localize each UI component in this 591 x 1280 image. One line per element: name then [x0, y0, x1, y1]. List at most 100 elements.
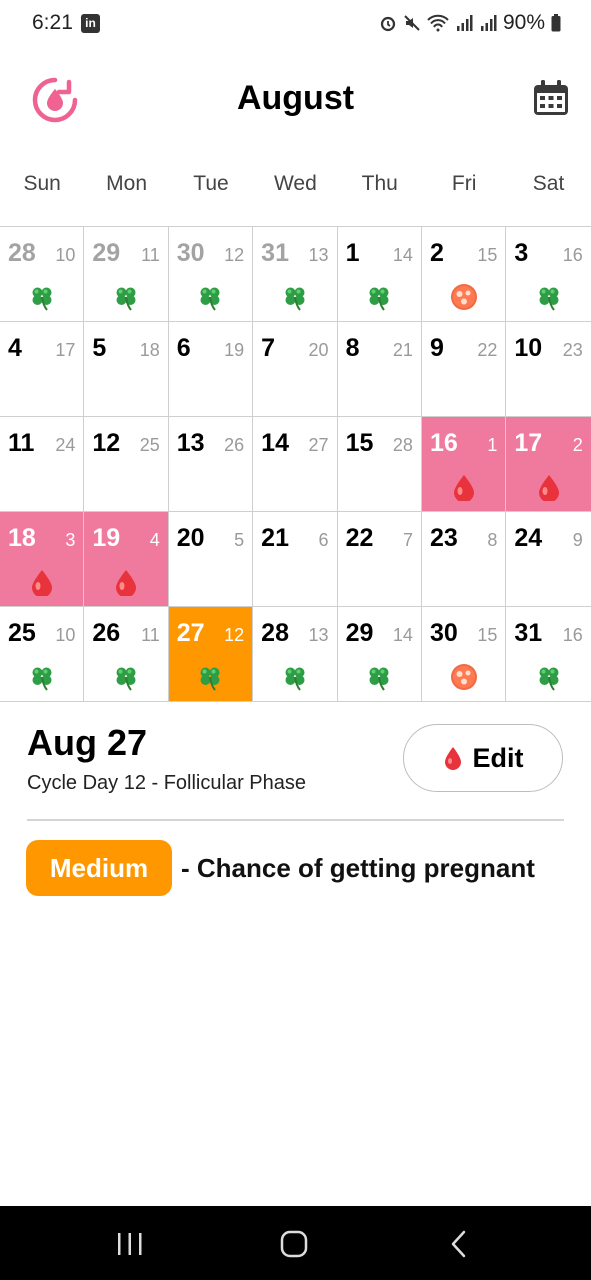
ovulation-egg-icon	[450, 663, 478, 691]
weekday-fri: Fri	[451, 172, 477, 195]
day-number: 14	[261, 429, 289, 457]
day-number: 4	[8, 334, 22, 362]
calendar-icon[interactable]	[532, 79, 570, 117]
cycle-day-number: 14	[392, 245, 413, 265]
calendar-day-cell[interactable]: 31 13	[253, 227, 338, 321]
day-number: 15	[345, 429, 374, 457]
cycle-day-number: 28	[392, 435, 413, 455]
day-number: 7	[261, 334, 276, 362]
calendar-day-cell[interactable]: 13 26	[169, 417, 254, 511]
calendar-day-cell[interactable]: 9 22	[422, 322, 507, 416]
day-number: 16	[429, 429, 458, 457]
day-number: 10	[514, 334, 543, 362]
calendar-day-cell[interactable]: 26 11	[84, 607, 169, 701]
calendar-day-cell[interactable]: 22 7	[338, 512, 422, 606]
calendar-day-cell[interactable]: 29 14	[338, 607, 422, 701]
linkedin-icon: in	[81, 14, 100, 33]
calendar-day-cell[interactable]: 24 9	[506, 512, 590, 606]
calendar-day-cell[interactable]: 4 17	[0, 322, 85, 416]
day-number: 11	[8, 429, 35, 457]
blood-drop-icon	[535, 473, 563, 503]
calendar-day-cell[interactable]: 19 4	[84, 512, 169, 606]
battery-percent: 90%	[502, 11, 545, 34]
blood-drop-icon	[28, 568, 56, 598]
edit-button-label: Edit	[472, 742, 524, 773]
calendar-week-row: 25 10 26 11 27 12 28 13 29 14 30 15 31 16	[0, 607, 591, 702]
calendar-day-cell[interactable]: 21 6	[253, 512, 338, 606]
calendar-day-cell[interactable]: 30 12	[169, 227, 254, 321]
cycle-day-number: 17	[55, 340, 76, 360]
clover-icon	[112, 663, 140, 691]
signal-icon-2	[480, 15, 497, 31]
clover-icon	[535, 283, 563, 311]
day-number: 26	[92, 619, 121, 647]
calendar-day-cell[interactable]: 16 1	[421, 417, 507, 511]
cycle-day-number: 15	[477, 245, 498, 265]
cycle-day-number: 4	[149, 530, 160, 550]
calendar-day-cell[interactable]: 10 23	[506, 322, 590, 416]
calendar-day-cell[interactable]: 28 13	[253, 607, 338, 701]
clover-icon	[365, 663, 393, 691]
calendar-day-cell[interactable]: 17 2	[506, 417, 591, 511]
system-nav-bar	[0, 1206, 591, 1280]
cycle-day-number: 11	[141, 245, 160, 265]
cycle-day-number: 14	[392, 625, 413, 645]
calendar-day-cell[interactable]: 2 15	[422, 227, 507, 321]
cycle-day-number: 15	[477, 625, 498, 645]
calendar-day-cell[interactable]: 28 10	[0, 227, 85, 321]
calendar-day-cell[interactable]: 7 20	[253, 322, 338, 416]
day-number: 19	[92, 524, 121, 552]
calendar-day-cell[interactable]: 6 19	[169, 322, 254, 416]
calendar-day-cell[interactable]: 29 11	[84, 227, 169, 321]
day-number: 22	[345, 524, 374, 552]
back-icon[interactable]	[442, 1228, 478, 1260]
chance-description: - Chance of getting pregnant	[181, 853, 535, 883]
clover-icon	[281, 663, 309, 691]
day-number: 31	[514, 619, 543, 647]
alarm-icon	[380, 16, 396, 32]
calendar-day-cell[interactable]: 5 18	[84, 322, 169, 416]
weekday-sun: Sun	[23, 172, 61, 195]
calendar-day-cell[interactable]: 20 5	[169, 512, 254, 606]
cycle-day-number: 5	[234, 530, 245, 550]
divider	[27, 819, 564, 821]
day-number: 1	[345, 239, 360, 267]
cycle-day-number: 16	[562, 625, 583, 645]
calendar-day-cell[interactable]: 18 3	[0, 512, 85, 606]
recent-apps-icon[interactable]	[112, 1228, 148, 1260]
day-number: 25	[8, 619, 36, 647]
clover-icon	[112, 283, 140, 311]
calendar-week-row: 4 17 5 18 6 19 7 20 8 21 9 22 10 23	[0, 322, 591, 417]
cycle-day-number: 12	[224, 245, 245, 265]
weekday-mon: Mon	[106, 172, 148, 195]
cycle-day-number: 21	[392, 340, 413, 360]
home-icon[interactable]	[276, 1228, 312, 1260]
cycle-day-number: 7	[402, 530, 413, 550]
cycle-day-number: 18	[139, 340, 160, 360]
cycle-day-number: 23	[562, 340, 583, 360]
calendar-day-cell[interactable]: 23 8	[422, 512, 507, 606]
day-number: 12	[92, 429, 121, 457]
calendar-day-cell[interactable]: 14 27	[253, 417, 338, 511]
day-number: 13	[176, 429, 205, 457]
calendar-day-cell[interactable]: 12 25	[84, 417, 169, 511]
signal-icon	[456, 15, 473, 31]
calendar-day-cell[interactable]: 3 16	[506, 227, 590, 321]
edit-button[interactable]: Edit	[403, 724, 563, 792]
cycle-day-number: 3	[65, 530, 76, 550]
day-number: 5	[92, 334, 107, 362]
day-number: 17	[514, 429, 543, 457]
clover-icon	[28, 663, 56, 691]
calendar-day-cell[interactable]: 25 10	[0, 607, 85, 701]
clover-icon	[196, 663, 224, 691]
cycle-day-number: 26	[224, 435, 245, 455]
cycle-day-number: 16	[562, 245, 583, 265]
day-number: 30	[429, 619, 458, 647]
calendar-day-cell-today[interactable]: 27 12	[168, 607, 254, 701]
calendar-day-cell[interactable]: 1 14	[338, 227, 422, 321]
calendar-day-cell[interactable]: 30 15	[422, 607, 507, 701]
calendar-day-cell[interactable]: 31 16	[506, 607, 590, 701]
calendar-day-cell[interactable]: 15 28	[338, 417, 422, 511]
calendar-day-cell[interactable]: 8 21	[338, 322, 422, 416]
calendar-day-cell[interactable]: 11 24	[0, 417, 85, 511]
